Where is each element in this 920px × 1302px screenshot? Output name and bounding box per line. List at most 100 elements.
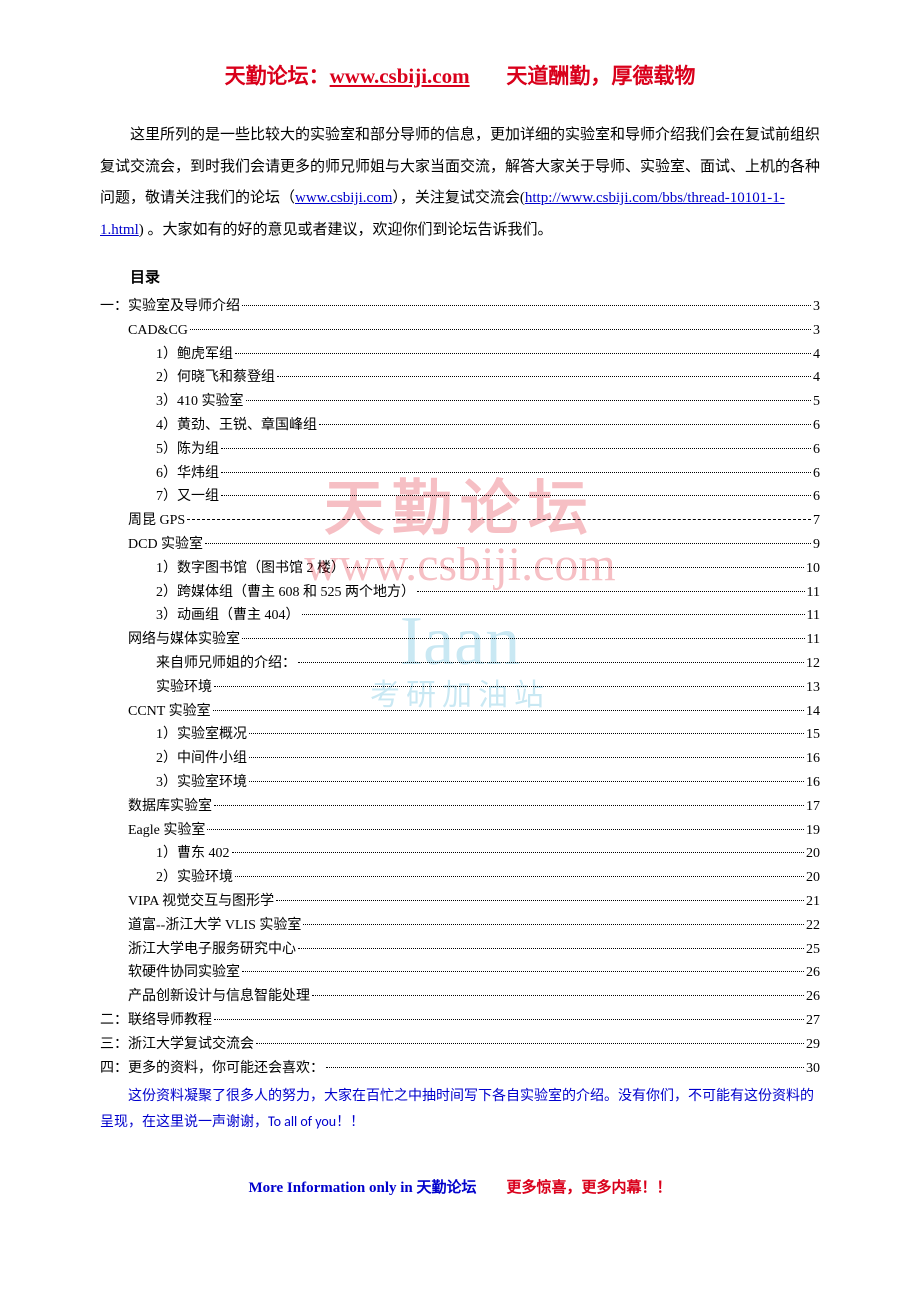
toc-page: 6 <box>813 485 820 509</box>
toc-row[interactable]: 网络与媒体实验室 11 <box>100 628 820 652</box>
thanks-en: To all of you！！ <box>268 1113 364 1130</box>
toc-leader <box>207 829 804 830</box>
toc-page: 27 <box>806 1009 820 1033</box>
toc-row[interactable]: 1）鲍虎军组 4 <box>100 343 820 367</box>
toc-row[interactable]: DCD 实验室 9 <box>100 533 820 557</box>
toc-page: 25 <box>806 938 820 962</box>
toc-row[interactable]: 浙江大学电子服务研究中心 25 <box>100 938 820 962</box>
toc-row[interactable]: 一：实验室及导师介绍 3 <box>100 295 820 319</box>
toc-row[interactable]: 3）实验室环境 16 <box>100 771 820 795</box>
toc-row[interactable]: 3）动画组（曹主 404） 11 <box>100 604 820 628</box>
toc-label: CAD&CG <box>128 319 188 343</box>
intro-paragraph: 这里所列的是一些比较大的实验室和部分导师的信息，更加详细的实验室和导师介绍我们会… <box>100 120 820 246</box>
toc-label: VIPA 视觉交互与图形学 <box>128 890 274 914</box>
toc-row[interactable]: 实验环境 13 <box>100 676 820 700</box>
toc-label: 3）410 实验室 <box>156 390 244 414</box>
toc-page: 19 <box>806 819 820 843</box>
toc-row[interactable]: 三：浙江大学复试交流会 29 <box>100 1033 820 1057</box>
toc-label: 2）跨媒体组（曹主 608 和 525 两个地方） <box>156 581 415 605</box>
toc-row[interactable]: 1）数字图书馆（图书馆 2 楼） 10 <box>100 557 820 581</box>
toc-leader <box>256 1043 804 1044</box>
header-motto: 天道酬勤，厚德载物 <box>506 64 695 88</box>
toc-leader <box>326 1067 804 1068</box>
toc-row[interactable]: 6）华炜组 6 <box>100 462 820 486</box>
toc-row[interactable]: 7）又一组 6 <box>100 485 820 509</box>
toc-label: 2）实验环境 <box>156 866 233 890</box>
toc-leader <box>249 781 804 782</box>
toc-label: 来自师兄师姐的介绍： <box>156 652 296 676</box>
toc-page: 6 <box>813 438 820 462</box>
toc-row[interactable]: 2）跨媒体组（曹主 608 和 525 两个地方） 11 <box>100 581 820 605</box>
toc-row[interactable]: 周昆 GPS 7 <box>100 509 820 533</box>
toc-leader <box>205 543 811 544</box>
toc-leader <box>214 805 804 806</box>
toc-row[interactable]: 1）曹东 402 20 <box>100 842 820 866</box>
toc-page: 20 <box>806 842 820 866</box>
toc-page: 30 <box>806 1057 820 1081</box>
toc-label: 1）数字图书馆（图书馆 2 楼） <box>156 557 345 581</box>
toc-page: 21 <box>806 890 820 914</box>
toc-leader <box>214 686 804 687</box>
toc-row[interactable]: 3）410 实验室 5 <box>100 390 820 414</box>
toc-leader <box>298 948 804 949</box>
toc-label: 二：联络导师教程 <box>100 1009 212 1033</box>
toc-label: 网络与媒体实验室 <box>128 628 240 652</box>
toc-row[interactable]: 产品创新设计与信息智能处理 26 <box>100 985 820 1009</box>
toc-label: 一：实验室及导师介绍 <box>100 295 240 319</box>
toc-row[interactable]: CAD&CG 3 <box>100 319 820 343</box>
toc-leader <box>249 733 804 734</box>
toc-row[interactable]: 2）实验环境 20 <box>100 866 820 890</box>
toc-label: 4）黄劲、王锐、章国峰组 <box>156 414 317 438</box>
toc-leader <box>187 519 811 520</box>
footer-right: 更多惊喜，更多内幕！！ <box>507 1180 672 1196</box>
toc-label: 四：更多的资料，你可能还会喜欢： <box>100 1057 324 1081</box>
toc-page: 3 <box>813 319 820 343</box>
toc-label: 三：浙江大学复试交流会 <box>100 1033 254 1057</box>
toc-row[interactable]: 软硬件协同实验室 26 <box>100 961 820 985</box>
toc-leader <box>235 876 804 877</box>
toc-label: 3）实验室环境 <box>156 771 247 795</box>
toc-label: 周昆 GPS <box>128 509 185 533</box>
toc-label: 2）中间件小组 <box>156 747 247 771</box>
toc-label: 5）陈为组 <box>156 438 219 462</box>
toc-label: 软硬件协同实验室 <box>128 961 240 985</box>
toc-row[interactable]: 数据库实验室 17 <box>100 795 820 819</box>
toc-row[interactable]: 4）黄劲、王锐、章国峰组 6 <box>100 414 820 438</box>
thanks-paragraph: 这份资料凝聚了很多人的努力，大家在百忙之中抽时间写下各自实验室的介绍。没有你们，… <box>100 1084 820 1135</box>
intro-link1[interactable]: www.csbiji.com <box>295 190 392 206</box>
toc-row[interactable]: 二：联络导师教程 27 <box>100 1009 820 1033</box>
toc-row[interactable]: 2）中间件小组 16 <box>100 747 820 771</box>
toc-page: 7 <box>813 509 820 533</box>
toc-label: 6）华炜组 <box>156 462 219 486</box>
toc-leader <box>249 757 804 758</box>
toc-leader <box>347 567 804 568</box>
toc-label: 7）又一组 <box>156 485 219 509</box>
toc-leader <box>221 472 811 473</box>
toc-row[interactable]: CCNT 实验室 14 <box>100 700 820 724</box>
toc-leader <box>242 971 804 972</box>
toc-leader <box>242 638 805 639</box>
table-of-contents: 一：实验室及导师介绍 3CAD&CG 31）鲍虎军组 42）何晓飞和蔡登组 43… <box>100 295 820 1080</box>
toc-page: 5 <box>813 390 820 414</box>
toc-label: 浙江大学电子服务研究中心 <box>128 938 296 962</box>
toc-label: 3）动画组（曹主 404） <box>156 604 300 628</box>
page-footer: More Information only in 天勤论坛 更多惊喜，更多内幕！… <box>100 1176 820 1197</box>
toc-row[interactable]: 道富--浙江大学 VLIS 实验室 22 <box>100 914 820 938</box>
toc-row[interactable]: 5）陈为组 6 <box>100 438 820 462</box>
toc-row[interactable]: VIPA 视觉交互与图形学 21 <box>100 890 820 914</box>
toc-row[interactable]: Eagle 实验室 19 <box>100 819 820 843</box>
toc-row[interactable]: 来自师兄师姐的介绍： 12 <box>100 652 820 676</box>
toc-row[interactable]: 四：更多的资料，你可能还会喜欢： 30 <box>100 1057 820 1081</box>
toc-row[interactable]: 2）何晓飞和蔡登组 4 <box>100 366 820 390</box>
toc-page: 6 <box>813 414 820 438</box>
toc-row[interactable]: 1）实验室概况 15 <box>100 723 820 747</box>
toc-page: 17 <box>806 795 820 819</box>
toc-page: 14 <box>806 700 820 724</box>
toc-page: 26 <box>806 985 820 1009</box>
toc-leader <box>214 1019 804 1020</box>
toc-page: 12 <box>806 652 820 676</box>
toc-leader <box>221 448 811 449</box>
header-link[interactable]: www.csbiji.com <box>330 64 470 88</box>
toc-leader <box>242 305 811 306</box>
toc-leader <box>213 710 804 711</box>
